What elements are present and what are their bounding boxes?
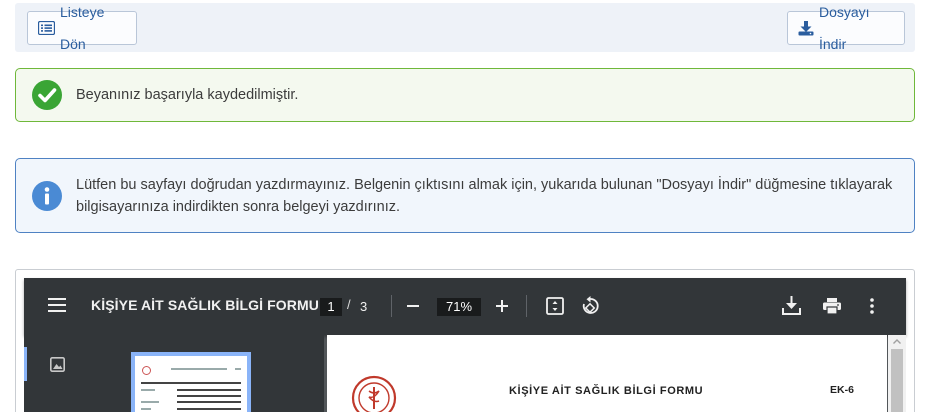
scrollbar-thumb[interactable] [891, 349, 903, 412]
zoom-level-input[interactable]: 71% [437, 298, 481, 316]
thumbnail-line [177, 401, 241, 403]
pdf-toolbar: KİŞİYE AİT SAĞLIK BİLGİ FORMU 1 / 3 71% [24, 278, 906, 335]
success-alert: Beyanınız başarıyla kaydedilmiştir. [15, 68, 915, 122]
print-icon[interactable] [823, 298, 841, 314]
download-file-button[interactable]: Dosyayı İndir [787, 4, 905, 52]
download-icon [798, 20, 814, 35]
pdf-title: KİŞİYE AİT SAĞLIK BİLGİ FORMU [91, 297, 319, 313]
thumbnail-line [141, 401, 159, 403]
download-button-label: Dosyayı İndir [819, 4, 870, 52]
thumbnail-logo [142, 366, 151, 375]
thumbnail-icon[interactable] [50, 357, 65, 372]
zoom-out-icon[interactable] [407, 305, 419, 307]
scroll-up-arrow-icon[interactable] [893, 339, 901, 344]
thumbnail-line [235, 368, 241, 370]
pdf-scrollbar[interactable] [888, 335, 906, 412]
back-button-label: Listeye Dön [60, 4, 105, 52]
document-title: KİŞİYE AİT SAĞLIK BİLGİ FORMU [509, 385, 704, 397]
info-circle-icon [32, 180, 62, 211]
pdf-page: KİŞİYE AİT SAĞLIK BİLGİ FORMU EK-6 [327, 335, 887, 412]
success-message: Beyanınız başarıyla kaydedilmiştir. [76, 87, 299, 103]
info-alert: Lütfen bu sayfayı doğrudan yazdırmayınız… [15, 158, 915, 233]
page-separator: / [347, 297, 351, 312]
thumbnail-line [171, 368, 227, 370]
rotate-icon[interactable] [581, 296, 600, 316]
fit-page-icon[interactable] [546, 297, 564, 315]
pdf-viewer: KİŞİYE AİT SAĞLIK BİLGİ FORMU 1 / 3 71% [24, 278, 906, 412]
thumbnail-line [141, 408, 151, 410]
back-to-list-button[interactable]: Listeye Dön [27, 4, 137, 52]
thumbnail-line [177, 408, 241, 410]
menu-icon[interactable] [48, 298, 66, 312]
thumbnail-line [177, 395, 241, 397]
list-icon [38, 21, 55, 35]
check-circle-icon [32, 80, 62, 110]
more-icon[interactable] [870, 298, 874, 314]
download-icon[interactable] [782, 296, 801, 316]
document-annex-label: EK-6 [830, 384, 854, 396]
toolbar-divider [391, 295, 392, 317]
action-toolbar: Listeye Dön Dosyayı İndir [15, 3, 915, 52]
info-message: Lütfen bu sayfayı doğrudan yazdırmayınız… [76, 176, 893, 215]
zoom-in-icon[interactable] [496, 300, 508, 312]
total-pages: 3 [360, 299, 368, 314]
thumbnail-line [177, 389, 241, 391]
thumbnail-line [141, 382, 241, 384]
thumbnail-line [141, 389, 155, 391]
sidebar-active-indicator [24, 347, 27, 381]
ministry-seal-logo [351, 375, 397, 412]
page-number-input[interactable]: 1 [320, 298, 342, 316]
toolbar-divider [526, 295, 527, 317]
page-thumbnail[interactable] [131, 352, 251, 412]
